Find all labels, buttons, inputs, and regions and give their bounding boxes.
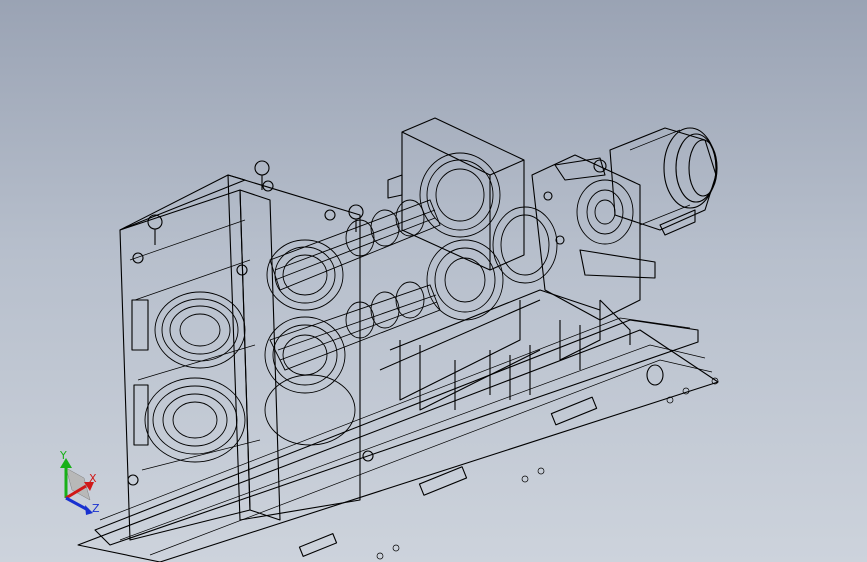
z-axis-line bbox=[65, 496, 89, 512]
z-axis-label: Z bbox=[92, 502, 100, 515]
y-axis-label: Y bbox=[59, 449, 67, 462]
support-frame bbox=[379, 289, 631, 411]
view-orientation-triad[interactable]: Y X Z bbox=[59, 449, 100, 515]
x-axis-label: X bbox=[89, 472, 97, 485]
electric-motor bbox=[531, 127, 718, 321]
drive-shafts bbox=[269, 199, 441, 371]
cad-3d-viewport[interactable]: Y X Z bbox=[0, 0, 867, 562]
wireframe-model[interactable]: Y X Z bbox=[0, 0, 867, 562]
gearbox bbox=[387, 117, 558, 321]
rolls bbox=[144, 239, 356, 463]
